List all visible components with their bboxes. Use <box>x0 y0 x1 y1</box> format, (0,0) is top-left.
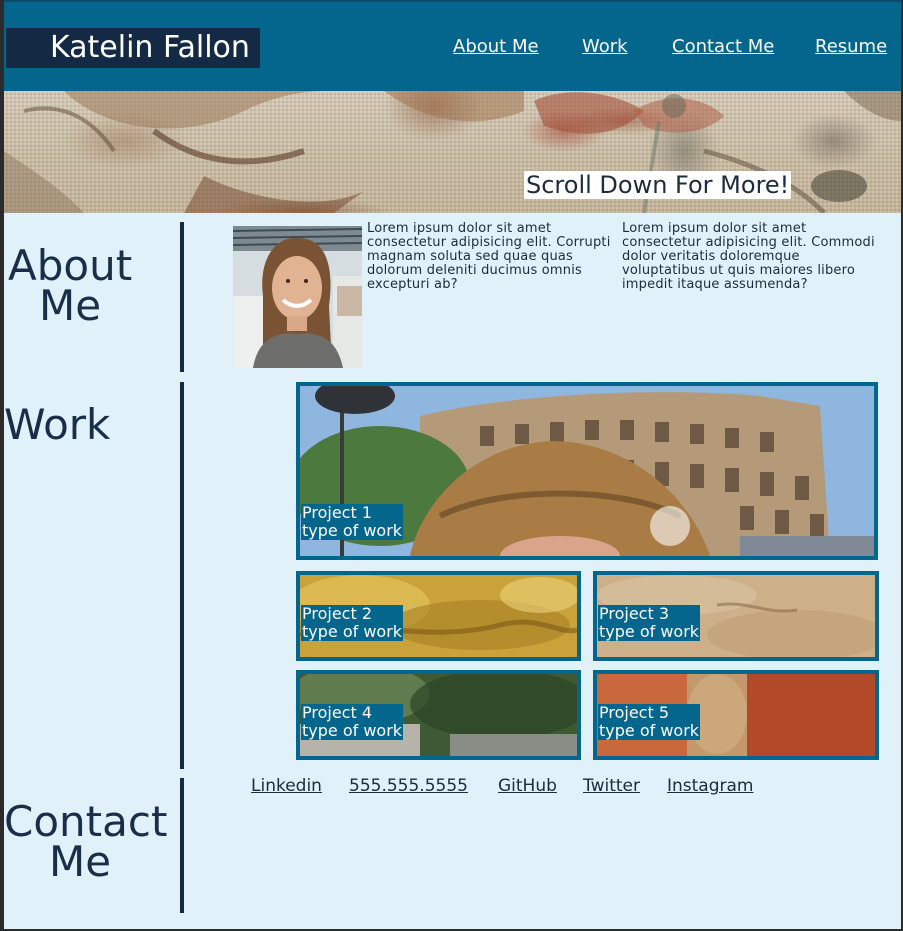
project-card-5[interactable]: Project 5 type of work <box>593 670 879 760</box>
site-header: Katelin Fallon About Me Work Contact Me … <box>4 0 901 91</box>
about-divider <box>180 222 184 372</box>
work-heading: Work <box>4 400 111 449</box>
instagram-link[interactable]: Instagram <box>667 776 754 796</box>
page: Katelin Fallon About Me Work Contact Me … <box>4 0 901 929</box>
about-paragraph-1: Lorem ipsum dolor sit amet consectetur a… <box>367 221 611 292</box>
profile-photo <box>233 226 362 368</box>
project-2-label: Project 2 type of work <box>301 604 404 641</box>
project-4-type: type of work <box>302 721 403 740</box>
project-card-4[interactable]: Project 4 type of work <box>296 670 581 760</box>
project-card-3[interactable]: Project 3 type of work <box>593 571 879 661</box>
nav-about-me-link[interactable]: About Me <box>453 36 539 57</box>
work-divider <box>180 382 184 769</box>
twitter-link[interactable]: Twitter <box>583 776 640 796</box>
about-heading-line1: About <box>8 241 133 290</box>
nav-contact-me-link[interactable]: Contact Me <box>672 36 774 57</box>
contact-links: Linkedin 555.555.5555 GitHub Twitter Ins… <box>4 776 901 800</box>
hero-banner-mosaic: Scroll Down For More! <box>4 91 901 213</box>
project-1-label: Project 1 type of work <box>301 503 404 540</box>
project-5-name: Project 5 <box>599 703 670 722</box>
about-paragraph-2: Lorem ipsum dolor sit amet consectetur a… <box>622 221 875 292</box>
nav-work-link[interactable]: Work <box>582 36 628 57</box>
nav-resume-link[interactable]: Resume <box>815 36 887 57</box>
phone-link[interactable]: 555.555.5555 <box>349 776 468 796</box>
project-2-type: type of work <box>302 622 403 641</box>
project-4-name: Project 4 <box>302 703 373 722</box>
main-nav: About Me Work Contact Me Resume <box>4 36 901 60</box>
project-4-label: Project 4 type of work <box>301 703 404 740</box>
about-heading: About Me <box>8 241 133 330</box>
contact-heading-line2: Me <box>48 837 112 886</box>
contact-heading-line1: Contact <box>4 797 168 846</box>
project-5-type: type of work <box>599 721 700 740</box>
about-heading-line2: Me <box>38 281 102 330</box>
project-3-name: Project 3 <box>599 604 670 623</box>
project-3-label: Project 3 type of work <box>598 604 701 641</box>
project-5-label: Project 5 type of work <box>598 703 701 740</box>
project-card-2[interactable]: Project 2 type of work <box>296 571 581 661</box>
profile-photo-art <box>233 226 362 368</box>
contact-heading: Contact Me <box>4 797 168 886</box>
project-1-name: Project 1 <box>302 503 373 522</box>
project-3-type: type of work <box>599 622 700 641</box>
linkedin-link[interactable]: Linkedin <box>251 776 322 796</box>
scroll-down-caption: Scroll Down For More! <box>524 171 792 199</box>
project-2-name: Project 2 <box>302 604 373 623</box>
project-card-1[interactable]: Project 1 type of work <box>296 382 878 560</box>
github-link[interactable]: GitHub <box>498 776 557 796</box>
project-1-type: type of work <box>302 521 403 540</box>
